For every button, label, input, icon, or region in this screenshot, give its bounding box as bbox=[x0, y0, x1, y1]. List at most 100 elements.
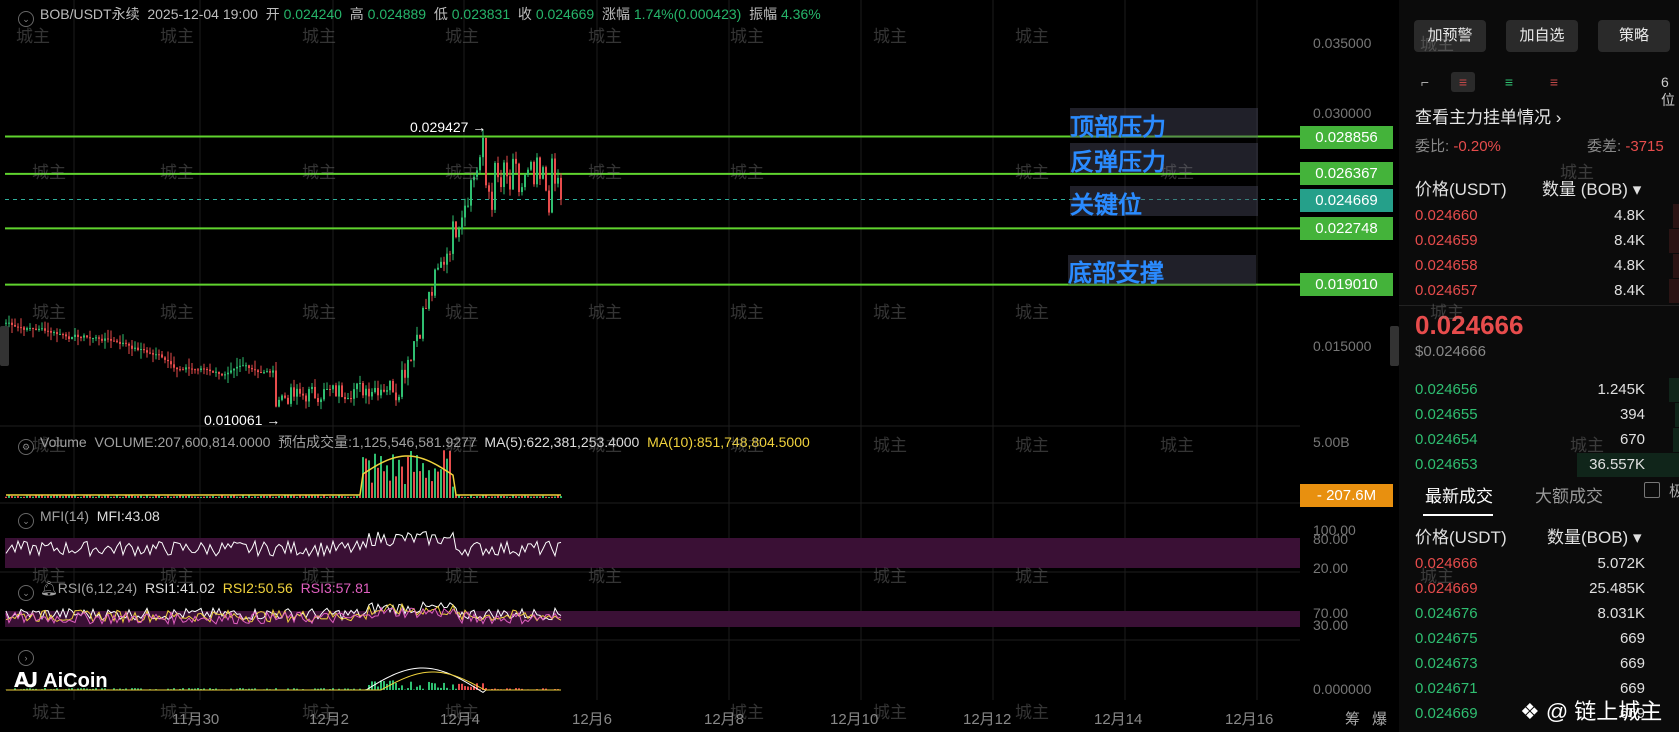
candle-body bbox=[287, 397, 289, 404]
volume-bar bbox=[410, 451, 412, 498]
ask-price: 0.024660 bbox=[1415, 207, 1478, 224]
date-axis-tick: 12月2 bbox=[309, 711, 350, 728]
add-alert-button[interactable]: 加预警 bbox=[1414, 20, 1486, 52]
volume-bar bbox=[68, 495, 70, 498]
candle-body bbox=[359, 383, 361, 385]
settings-icon[interactable]: ⚙ bbox=[18, 439, 34, 455]
volume-bar bbox=[215, 496, 217, 498]
candle-body bbox=[377, 387, 379, 396]
date-axis-tick: 12月6 bbox=[572, 711, 613, 728]
volume-bar bbox=[512, 495, 514, 498]
trades-col-price: 价格(USDT) bbox=[1415, 528, 1507, 547]
volume-bar bbox=[443, 450, 445, 498]
trade-row[interactable]: 0.024673 669 bbox=[1399, 652, 1679, 677]
trade-row[interactable]: 0.024675 669 bbox=[1399, 627, 1679, 652]
bid-price: 0.024653 bbox=[1415, 456, 1478, 473]
mid-price-usd: $0.024666 bbox=[1415, 343, 1486, 360]
tab-large-trades[interactable]: 大额成交 bbox=[1535, 482, 1603, 507]
candle-body bbox=[59, 334, 61, 336]
collapse-icon[interactable]: ⌄ bbox=[18, 585, 34, 601]
trade-row[interactable]: 0.024676 8.031K bbox=[1399, 602, 1679, 627]
candle-body bbox=[443, 261, 445, 265]
volume-bar bbox=[329, 496, 331, 498]
high-value: 0.024889 bbox=[367, 6, 427, 22]
bid-row[interactable]: 0.024656 1.245K bbox=[1399, 378, 1679, 403]
candle-body bbox=[8, 322, 10, 324]
bid-row[interactable]: 0.024653 36.557K bbox=[1399, 453, 1679, 478]
candle-body bbox=[86, 335, 88, 338]
ask-row[interactable]: 0.024660 4.8K bbox=[1399, 204, 1679, 229]
volume-bar bbox=[128, 495, 130, 498]
candle-body bbox=[77, 334, 79, 337]
bell-icon[interactable]: 🔔︎ bbox=[40, 580, 58, 596]
candle-body bbox=[260, 372, 262, 374]
volume-bar bbox=[203, 496, 205, 498]
chips-button[interactable]: 筹 bbox=[1345, 708, 1360, 729]
orderbook-asks-icon[interactable]: ≡ bbox=[1542, 72, 1566, 92]
left-collapse-handle[interactable] bbox=[0, 326, 9, 366]
collapse-icon[interactable]: ⌄ bbox=[18, 11, 34, 27]
precision-select[interactable]: 6位 bbox=[1661, 74, 1679, 110]
right-collapse-handle[interactable] bbox=[1390, 326, 1399, 366]
orderbook-bids-icon[interactable]: ≡ bbox=[1497, 72, 1521, 92]
layout-icon[interactable]: ⌐ bbox=[1413, 72, 1437, 92]
volume-bar bbox=[326, 496, 328, 498]
liquidation-button[interactable]: 爆 bbox=[1372, 708, 1387, 729]
orderbook-col-qty-text: 数量 (BOB) bbox=[1542, 180, 1628, 199]
bid-row[interactable]: 0.024654 670 bbox=[1399, 428, 1679, 453]
volume-tag-value: 207.6M bbox=[1326, 487, 1377, 504]
volume-bar bbox=[200, 496, 202, 498]
low-label: 低 bbox=[433, 6, 448, 22]
high-marker: 0.029427 → bbox=[410, 119, 487, 135]
candle-body bbox=[476, 170, 478, 177]
trade-price: 0.024673 bbox=[1415, 655, 1478, 672]
volume-bar bbox=[134, 496, 136, 498]
add-watchlist-button[interactable]: 加自选 bbox=[1506, 20, 1578, 52]
orderbook-both-icon[interactable]: ≡ bbox=[1451, 72, 1475, 92]
expand-icon[interactable]: › bbox=[18, 650, 34, 666]
volume-bar bbox=[467, 496, 469, 498]
candle-body bbox=[245, 365, 247, 367]
candle-body bbox=[242, 365, 244, 367]
bid-row[interactable]: 0.024655 394 bbox=[1399, 403, 1679, 428]
orderbook-title-link[interactable]: 查看主力挂单情况 › bbox=[1415, 103, 1561, 128]
volume-bar bbox=[515, 496, 517, 498]
candle-body bbox=[530, 162, 532, 170]
volume-bar bbox=[335, 496, 337, 498]
ask-qty: 4.8K bbox=[1614, 257, 1645, 274]
tab-latest-trades[interactable]: 最新成交 bbox=[1425, 482, 1493, 507]
filter-checkbox[interactable] bbox=[1644, 482, 1660, 498]
macd-histogram-bar bbox=[455, 688, 457, 690]
ask-row[interactable]: 0.024659 8.4K bbox=[1399, 229, 1679, 254]
volume-bar bbox=[293, 495, 295, 498]
candle-body bbox=[329, 388, 331, 390]
ohlc-header: ⌄ BOB/USDT永续 2025-12-04 19:00 开 0.024240 … bbox=[18, 4, 821, 27]
candle-body bbox=[38, 328, 40, 331]
high-marker-value: 0.029427 bbox=[410, 119, 469, 135]
candle-body bbox=[158, 354, 160, 356]
orderbook-col-qty[interactable]: 数量 (BOB) ▾ bbox=[1542, 175, 1641, 200]
collapse-icon[interactable]: ⌄ bbox=[18, 513, 34, 529]
trades-col-qty[interactable]: 数量(BOB) ▾ bbox=[1547, 523, 1642, 548]
chart-area[interactable]: ⌄ BOB/USDT永续 2025-12-04 19:00 开 0.024240 … bbox=[0, 0, 1399, 732]
trade-row[interactable]: 0.024669 25.485K bbox=[1399, 577, 1679, 602]
candle-body bbox=[53, 332, 55, 334]
trade-qty: 669 bbox=[1619, 655, 1645, 672]
close-label: 收 bbox=[517, 6, 532, 22]
bid-qty: 394 bbox=[1619, 406, 1645, 423]
annotation-top-resistance: 顶部压力 bbox=[1070, 114, 1166, 141]
candle-body bbox=[35, 328, 37, 331]
caret-down-icon: ▾ bbox=[1632, 528, 1642, 547]
candle-body bbox=[227, 372, 229, 375]
volume-ma5: MA(5):622,381,253.4000 bbox=[484, 434, 640, 450]
candle-body bbox=[314, 386, 316, 399]
volume-bar bbox=[485, 495, 487, 498]
volume-bar bbox=[389, 480, 391, 498]
strategy-button[interactable]: 策略 bbox=[1598, 20, 1670, 52]
ask-row[interactable]: 0.024657 8.4K bbox=[1399, 279, 1679, 304]
trade-row[interactable]: 0.024666 5.072K bbox=[1399, 552, 1679, 577]
candle-body bbox=[170, 361, 172, 365]
volume-bar bbox=[494, 496, 496, 498]
ask-row[interactable]: 0.024658 4.8K bbox=[1399, 254, 1679, 279]
volume-bar bbox=[359, 495, 361, 498]
